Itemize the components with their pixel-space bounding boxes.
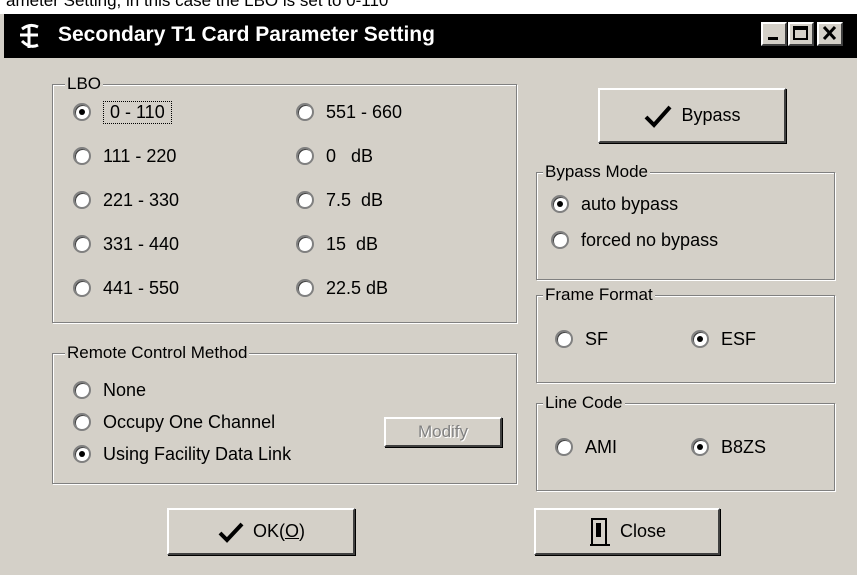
- lbo-option-15-db[interactable]: 15 dB: [296, 231, 378, 257]
- lbo-group: LBO 0 - 110 111 - 220 221 - 330 331 - 44…: [52, 73, 517, 323]
- title-bar: Secondary T1 Card Parameter Setting: [4, 14, 857, 58]
- ok-label: OK(O): [252, 521, 306, 541]
- lbo-option-221-330[interactable]: 221 - 330: [73, 187, 179, 213]
- close-label: Close: [619, 521, 667, 541]
- radio-dot: [73, 381, 91, 399]
- checkmark-icon: [218, 522, 244, 543]
- frame-format-esf[interactable]: ESF: [691, 326, 756, 352]
- lbo-option-7-5-db[interactable]: 7.5 dB: [296, 187, 383, 213]
- radio-dot: [73, 147, 91, 165]
- remote-control-group: Remote Control Method None Occupy One Ch…: [52, 342, 517, 484]
- lbo-option-331-440[interactable]: 331 - 440: [73, 231, 179, 257]
- maximize-button[interactable]: [788, 22, 814, 46]
- radio-dot: [551, 195, 569, 213]
- lbo-option-0-db[interactable]: 0 dB: [296, 143, 373, 169]
- radio-dot: [551, 231, 569, 249]
- frame-format-sf[interactable]: SF: [555, 326, 608, 352]
- lbo-option-551-660[interactable]: 551 - 660: [296, 99, 402, 125]
- close-icon: [822, 25, 837, 41]
- bypass-mode-forced-no-bypass[interactable]: forced no bypass: [551, 227, 718, 253]
- checkmark-icon: [645, 105, 672, 128]
- remote-option-occupy-one-channel[interactable]: Occupy One Channel: [73, 409, 275, 435]
- remote-control-legend: Remote Control Method: [65, 342, 250, 364]
- lbo-option-441-550[interactable]: 441 - 550: [73, 275, 179, 301]
- radio-dot: [555, 330, 573, 348]
- line-code-ami[interactable]: AMI: [555, 434, 617, 460]
- radio-dot: [691, 330, 709, 348]
- bypass-button[interactable]: Bypass: [598, 88, 786, 143]
- minimize-button[interactable]: [761, 22, 787, 46]
- remote-option-facility-data-link[interactable]: Using Facility Data Link: [73, 441, 291, 467]
- radio-dot: [296, 191, 314, 209]
- radio-dot: [296, 103, 314, 121]
- radio-dot: [73, 191, 91, 209]
- caption-strip: ameter Setting, in this case the LBO is …: [0, 0, 857, 14]
- line-code-legend: Line Code: [543, 392, 625, 414]
- caption-text: ameter Setting, in this case the LBO is …: [6, 0, 389, 10]
- app-logo-icon: [14, 21, 44, 51]
- radio-dot: [555, 438, 573, 456]
- bypass-mode-legend: Bypass Mode: [543, 161, 650, 183]
- dialog-window: Secondary T1 Card Parameter Setting LBO …: [0, 14, 857, 575]
- remote-option-none[interactable]: None: [73, 377, 146, 403]
- lbo-option-111-220[interactable]: 111 - 220: [73, 143, 176, 169]
- close-button[interactable]: Close: [534, 508, 720, 555]
- ok-button[interactable]: OK(O): [167, 508, 355, 555]
- frame-format-legend: Frame Format: [543, 284, 655, 306]
- minimize-icon: [768, 37, 778, 40]
- exit-door-icon: [589, 517, 610, 546]
- radio-dot: [73, 413, 91, 431]
- radio-dot: [296, 279, 314, 297]
- line-code-group: Line Code AMI B8ZS: [536, 392, 835, 491]
- radio-dot: [73, 103, 91, 121]
- lbo-legend: LBO: [65, 73, 104, 95]
- radio-dot: [691, 438, 709, 456]
- radio-dot: [73, 235, 91, 253]
- line-code-b8zs[interactable]: B8ZS: [691, 434, 766, 460]
- radio-dot: [296, 235, 314, 253]
- close-window-button[interactable]: [817, 22, 843, 46]
- bypass-mode-auto[interactable]: auto bypass: [551, 191, 678, 217]
- bypass-label: Bypass: [681, 105, 741, 125]
- radio-dot: [296, 147, 314, 165]
- radio-dot: [73, 445, 91, 463]
- bypass-mode-group: Bypass Mode auto bypass forced no bypass: [536, 161, 835, 280]
- radio-dot: [73, 279, 91, 297]
- frame-format-group: Frame Format SF ESF: [536, 284, 835, 383]
- lbo-option-0-110[interactable]: 0 - 110: [73, 99, 172, 125]
- maximize-icon: [793, 26, 808, 40]
- lbo-option-22-5-db[interactable]: 22.5 dB: [296, 275, 388, 301]
- modify-button[interactable]: Modify: [384, 417, 502, 447]
- window-title: Secondary T1 Card Parameter Setting: [58, 23, 435, 46]
